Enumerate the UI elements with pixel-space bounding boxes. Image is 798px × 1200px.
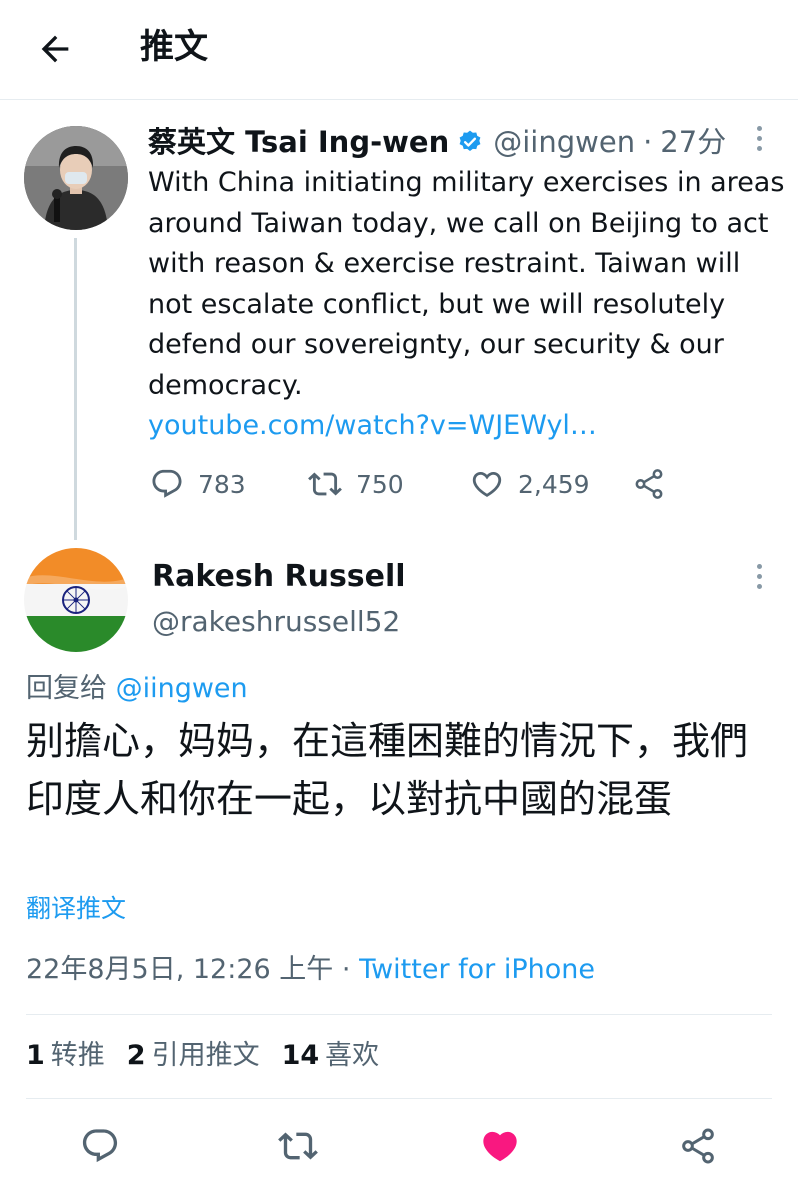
display-name[interactable]: 蔡英文 Tsai Ing-wen xyxy=(148,122,449,162)
share-button[interactable] xyxy=(676,1124,720,1168)
engagement-stats: 1 转推 2 引用推文 14 喜欢 xyxy=(26,1036,401,1076)
more-vertical-icon xyxy=(756,145,762,151)
tweet-source[interactable]: Twitter for iPhone xyxy=(359,954,595,985)
divider xyxy=(26,1098,772,1099)
separator-dot: · xyxy=(341,954,351,985)
top-bar: 推文 xyxy=(0,0,798,100)
more-vertical-icon xyxy=(756,583,762,589)
arrow-left-icon xyxy=(41,35,69,63)
like-count: 2,459 xyxy=(518,469,590,499)
avatar[interactable] xyxy=(24,126,128,230)
more-options-button[interactable] xyxy=(744,556,774,596)
tweet-time[interactable]: 27分 xyxy=(660,122,726,162)
reply-count: 783 xyxy=(198,469,246,499)
heart-icon xyxy=(472,471,502,497)
share-button[interactable] xyxy=(632,462,666,506)
stat-label: 转推 xyxy=(50,1040,105,1071)
tweet-header: 蔡英文 Tsai Ing-wen @iingwen · 27分 xyxy=(148,122,726,162)
back-button[interactable] xyxy=(30,24,80,74)
stat-number: 2 xyxy=(126,1040,146,1071)
like-button[interactable] xyxy=(478,1124,522,1168)
retweet-icon xyxy=(278,1132,318,1160)
reply-button[interactable]: 783 xyxy=(150,462,246,506)
verified-badge-icon xyxy=(459,130,481,151)
more-options-button[interactable] xyxy=(744,118,774,158)
divider xyxy=(26,1014,772,1015)
reply-icon xyxy=(82,1129,118,1163)
retweet-icon xyxy=(308,472,342,496)
thread-connector xyxy=(74,238,77,540)
username[interactable]: @rakeshrussell52 xyxy=(152,602,400,642)
like-button[interactable]: 2,459 xyxy=(470,462,590,506)
retweet-button[interactable] xyxy=(276,1124,320,1168)
replying-to: 回复给 @iingwen xyxy=(26,670,248,708)
heart-icon xyxy=(483,1131,517,1162)
page-title: 推文 xyxy=(140,27,208,67)
retweets-stat[interactable]: 1 转推 xyxy=(26,1036,105,1076)
stat-label: 引用推文 xyxy=(151,1040,260,1071)
username[interactable]: @iingwen xyxy=(493,122,635,162)
more-vertical-icon xyxy=(756,135,762,141)
tweet-timestamp[interactable]: 22年8月5日, 12:26 上午 xyxy=(26,954,333,985)
share-icon xyxy=(635,469,663,499)
avatar[interactable] xyxy=(24,548,128,652)
replying-to-label: 回复给 xyxy=(26,673,107,704)
more-vertical-icon xyxy=(756,563,762,569)
more-vertical-icon xyxy=(756,573,762,579)
stat-number: 1 xyxy=(26,1040,45,1071)
india-flag-avatar xyxy=(24,548,128,652)
more-vertical-icon xyxy=(756,125,762,131)
translate-tweet-link[interactable]: 翻译推文 xyxy=(26,892,126,926)
quote-tweets-stat[interactable]: 2 引用推文 xyxy=(127,1036,260,1076)
share-icon xyxy=(682,1128,714,1164)
tweet-text: 别擔心，妈妈，在這種困難的情況下，我們印度人和你在一起，以對抗中國的混蛋 xyxy=(26,719,749,821)
reply-icon xyxy=(152,469,182,498)
tweet-metadata: 22年8月5日, 12:26 上午 · Twitter for iPhone xyxy=(26,950,595,990)
tweet-text: With China initiating military exercises… xyxy=(148,167,785,401)
display-name[interactable]: Rakesh Russell xyxy=(152,556,406,598)
separator-dot: · xyxy=(643,125,653,159)
tweet-link[interactable]: youtube.com/watch?v=WJEWyl… xyxy=(148,406,597,446)
likes-stat[interactable]: 14 喜欢 xyxy=(282,1036,380,1076)
stat-number: 14 xyxy=(281,1040,320,1071)
stat-label: 喜欢 xyxy=(325,1040,380,1071)
reply-button[interactable] xyxy=(78,1124,122,1168)
retweet-count: 750 xyxy=(356,469,404,499)
replying-to-mention[interactable]: @iingwen xyxy=(116,673,248,704)
avatar-photo xyxy=(24,126,128,230)
retweet-button[interactable]: 750 xyxy=(308,462,404,506)
